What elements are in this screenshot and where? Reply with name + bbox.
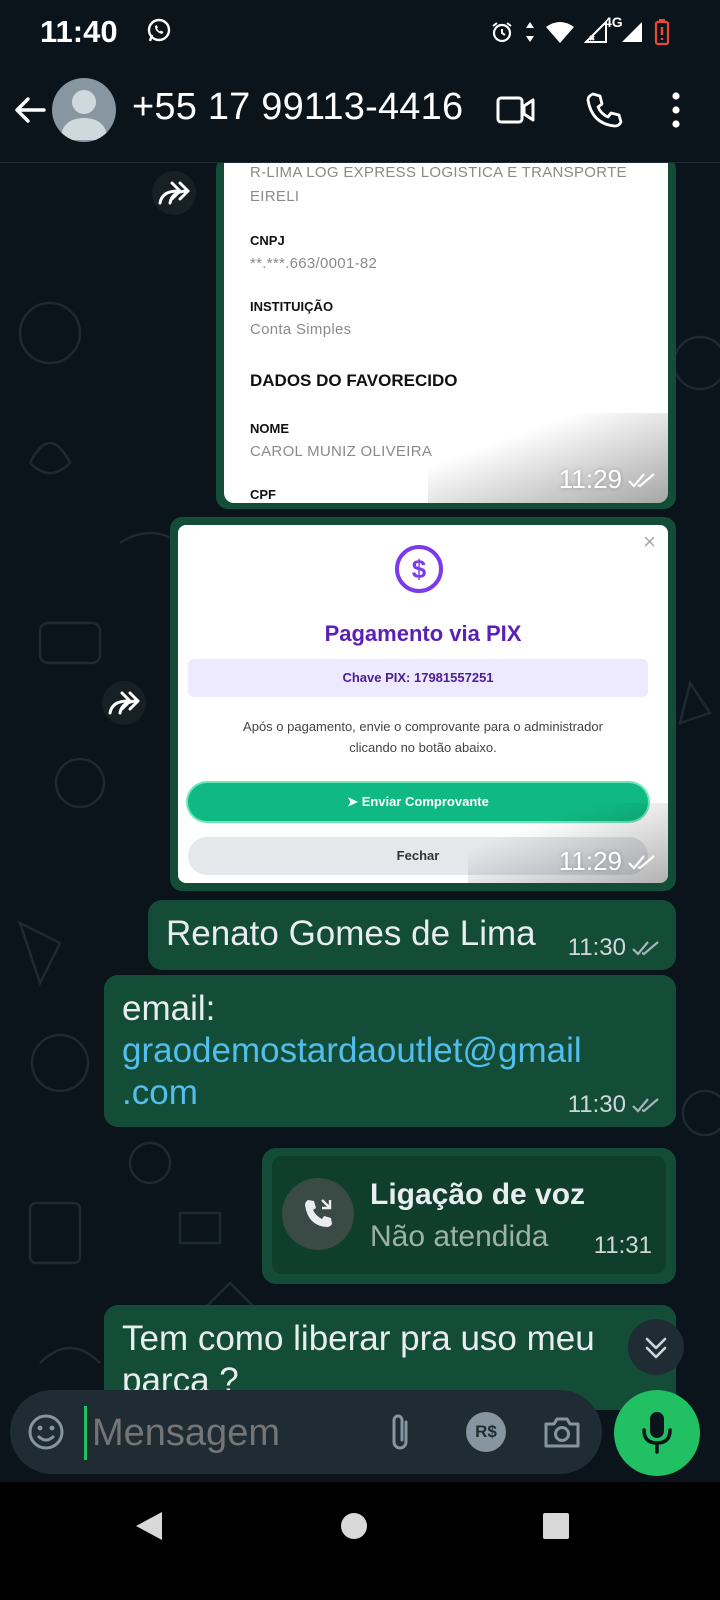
back-arrow-icon[interactable]	[12, 92, 48, 133]
signal-icon: 4G	[583, 14, 623, 49]
message-text: Renato Gomes de Lima	[166, 914, 536, 953]
company-name: R-LIMA LOG EXPRESS LOGISTICA E TRANSPORT…	[250, 164, 627, 205]
avatar[interactable]	[52, 78, 116, 142]
text-message[interactable]: email: graodemostardaoutlet@gmail .com 1…	[104, 975, 676, 1127]
document-image-message[interactable]: R-LIMA LOG EXPRESS LOGISTICA E TRANSPORT…	[216, 163, 676, 509]
camera-icon[interactable]	[542, 1412, 582, 1457]
double-check-icon	[632, 941, 659, 956]
double-check-icon	[628, 854, 655, 870]
name-label: NOME	[250, 421, 289, 436]
message-timestamp: 11:30	[568, 934, 660, 962]
svg-text:$: $	[412, 554, 427, 584]
status-icons: 4G	[490, 14, 670, 51]
message-timestamp: 11:30	[568, 1091, 660, 1119]
close-icon: ×	[643, 529, 656, 554]
battery-low-icon	[654, 18, 670, 51]
forward-button[interactable]	[102, 681, 146, 725]
nav-home-icon[interactable]	[340, 1512, 368, 1545]
institution-value: Conta Simples	[250, 321, 352, 338]
status-time: 11:40	[40, 14, 118, 49]
message-timestamp: 11:31	[593, 1232, 652, 1259]
emoji-icon[interactable]	[26, 1412, 66, 1457]
call-icon-circle	[282, 1178, 354, 1250]
name-value: CAROL MUNIZ OLIVEIRA	[250, 443, 433, 460]
video-call-icon[interactable]	[496, 92, 536, 133]
wifi-icon	[546, 21, 574, 48]
text-message[interactable]: Renato Gomes de Lima 11:30	[148, 900, 676, 970]
pix-description-line2: clicando no botão abaixo.	[349, 740, 497, 755]
nav-recents-icon[interactable]	[542, 1512, 570, 1545]
incoming-call-icon	[305, 1199, 332, 1227]
voice-message-button[interactable]	[614, 1390, 700, 1476]
institution-label: INSTITUIÇÃO	[250, 299, 334, 314]
text-cursor	[84, 1406, 87, 1460]
data-arrows-icon	[524, 20, 536, 49]
system-navigation-bar	[0, 1482, 720, 1600]
whatsapp-notification-icon	[146, 17, 172, 48]
missed-call-message[interactable]: Ligação de voz Não atendida 11:31	[262, 1148, 676, 1284]
dollar-icon: $	[395, 545, 443, 593]
forward-icon	[158, 181, 190, 205]
currency-label: R$	[475, 1422, 497, 1441]
forward-icon	[108, 691, 140, 715]
message-input[interactable]	[90, 1404, 374, 1462]
pix-description-line1: Após o pagamento, envie o comprovante pa…	[243, 719, 603, 734]
chat-header: +55 17 99113-4416	[0, 62, 720, 163]
email-link-continued[interactable]: .com	[122, 1073, 198, 1113]
pix-image: × $ Pagamento via PIX Chave PIX: 1798155…	[178, 525, 668, 883]
pix-key-box: Chave PIX: 17981557251	[188, 659, 648, 697]
forward-button[interactable]	[152, 171, 196, 215]
signal-full-icon	[620, 20, 644, 49]
more-options-icon[interactable]	[670, 90, 682, 135]
message-timestamp: 11:29	[559, 464, 656, 495]
send-icon: ➤	[347, 794, 359, 809]
message-text: email:	[122, 989, 216, 1028]
message-timestamp: 11:29	[559, 846, 656, 877]
double-check-icon	[632, 1098, 659, 1113]
microphone-icon	[642, 1412, 672, 1454]
document-image: R-LIMA LOG EXPRESS LOGISTICA E TRANSPORT…	[224, 163, 668, 503]
status-bar: 11:40 4G	[0, 0, 720, 62]
alarm-icon	[490, 20, 514, 49]
beneficiary-section-title: DADOS DO FAVORECIDO	[250, 371, 458, 390]
cpf-label: CPF	[250, 487, 276, 502]
cnpj-label: CNPJ	[250, 233, 285, 248]
scroll-to-bottom-button[interactable]	[628, 1319, 684, 1375]
call-status: Não atendida	[370, 1220, 549, 1253]
contact-name[interactable]: +55 17 99113-4416	[132, 86, 463, 129]
pix-key: Chave PIX: 17981557251	[342, 670, 494, 685]
payment-button[interactable]: R$	[466, 1412, 506, 1452]
message-text: Tem como liberar pra uso meu	[122, 1319, 595, 1358]
email-link[interactable]: graodemostardaoutlet@gmail	[122, 1031, 582, 1071]
message-list[interactable]: R-LIMA LOG EXPRESS LOGISTICA E TRANSPORT…	[0, 163, 720, 1410]
double-check-icon	[628, 472, 655, 488]
pix-image-message[interactable]: × $ Pagamento via PIX Chave PIX: 1798155…	[170, 517, 676, 891]
pix-title: Pagamento via PIX	[324, 621, 522, 646]
cnpj-value: **.***.663/0001-82	[250, 255, 378, 272]
nav-back-icon[interactable]	[134, 1510, 164, 1547]
message-composer: R$	[10, 1390, 602, 1474]
call-title: Ligação de voz	[370, 1178, 586, 1211]
voice-call-icon[interactable]	[584, 90, 624, 135]
double-chevron-down-icon	[645, 1337, 667, 1359]
attach-icon[interactable]	[384, 1410, 416, 1459]
network-type-label: 4G	[604, 14, 623, 30]
